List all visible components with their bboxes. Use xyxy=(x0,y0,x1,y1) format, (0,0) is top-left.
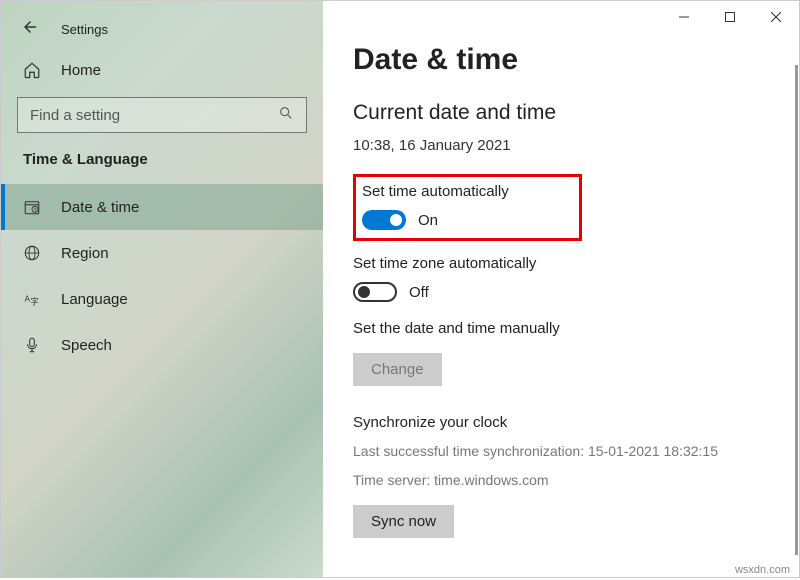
sidebar-panel: Settings Home Time & Language Date & tim… xyxy=(1,1,323,577)
set-tz-auto-state: Off xyxy=(409,284,429,301)
home-nav[interactable]: Home xyxy=(1,49,323,91)
search-icon[interactable] xyxy=(278,105,294,125)
calendar-clock-icon xyxy=(23,198,41,216)
back-arrow-icon[interactable] xyxy=(21,18,39,41)
titlebar-controls xyxy=(661,1,799,33)
microphone-icon xyxy=(23,336,41,354)
current-datetime-value: 10:38, 16 January 2021 xyxy=(353,137,799,154)
minimize-button[interactable] xyxy=(661,1,707,33)
sidebar-item-label: Date & time xyxy=(61,199,139,216)
category-title: Time & Language xyxy=(1,151,323,184)
sidebar-item-label: Speech xyxy=(61,337,112,354)
content-panel: Date & time Current date and time 10:38,… xyxy=(323,1,799,577)
sidebar-item-label: Region xyxy=(61,245,109,262)
home-label: Home xyxy=(61,62,101,79)
set-time-auto-state: On xyxy=(418,212,438,229)
manual-label: Set the date and time manually xyxy=(353,320,799,337)
set-tz-auto-toggle[interactable] xyxy=(353,282,397,302)
home-icon xyxy=(23,61,41,79)
set-tz-auto-label: Set time zone automatically xyxy=(353,255,799,272)
globe-icon xyxy=(23,244,41,262)
maximize-button[interactable] xyxy=(707,1,753,33)
sidebar-item-label: Language xyxy=(61,291,128,308)
page-title: Date & time xyxy=(353,43,799,77)
search-box[interactable] xyxy=(17,97,307,133)
sidebar-item-region[interactable]: Region xyxy=(1,230,323,276)
sidebar-item-language[interactable]: A字 Language xyxy=(1,276,323,322)
sidebar-item-speech[interactable]: Speech xyxy=(1,322,323,368)
close-button[interactable] xyxy=(753,1,799,33)
watermark: wsxdn.com xyxy=(735,564,790,576)
app-title: Settings xyxy=(61,22,108,37)
scrollbar[interactable] xyxy=(795,65,798,555)
sync-label: Synchronize your clock xyxy=(353,414,799,431)
sync-last-info: Last successful time synchronization: 15… xyxy=(353,441,799,462)
highlight-annotation: Set time automatically On xyxy=(353,174,582,241)
change-button[interactable]: Change xyxy=(353,353,442,386)
set-time-auto-label: Set time automatically xyxy=(362,183,509,200)
sync-now-button[interactable]: Sync now xyxy=(353,505,454,538)
language-icon: A字 xyxy=(23,290,41,308)
sync-server-info: Time server: time.windows.com xyxy=(353,470,799,491)
svg-text:字: 字 xyxy=(31,296,39,306)
current-datetime-heading: Current date and time xyxy=(353,101,799,125)
search-input[interactable] xyxy=(30,107,254,124)
svg-text:A: A xyxy=(25,294,31,303)
sidebar-item-date-time[interactable]: Date & time xyxy=(1,184,323,230)
set-time-auto-toggle[interactable] xyxy=(362,210,406,230)
